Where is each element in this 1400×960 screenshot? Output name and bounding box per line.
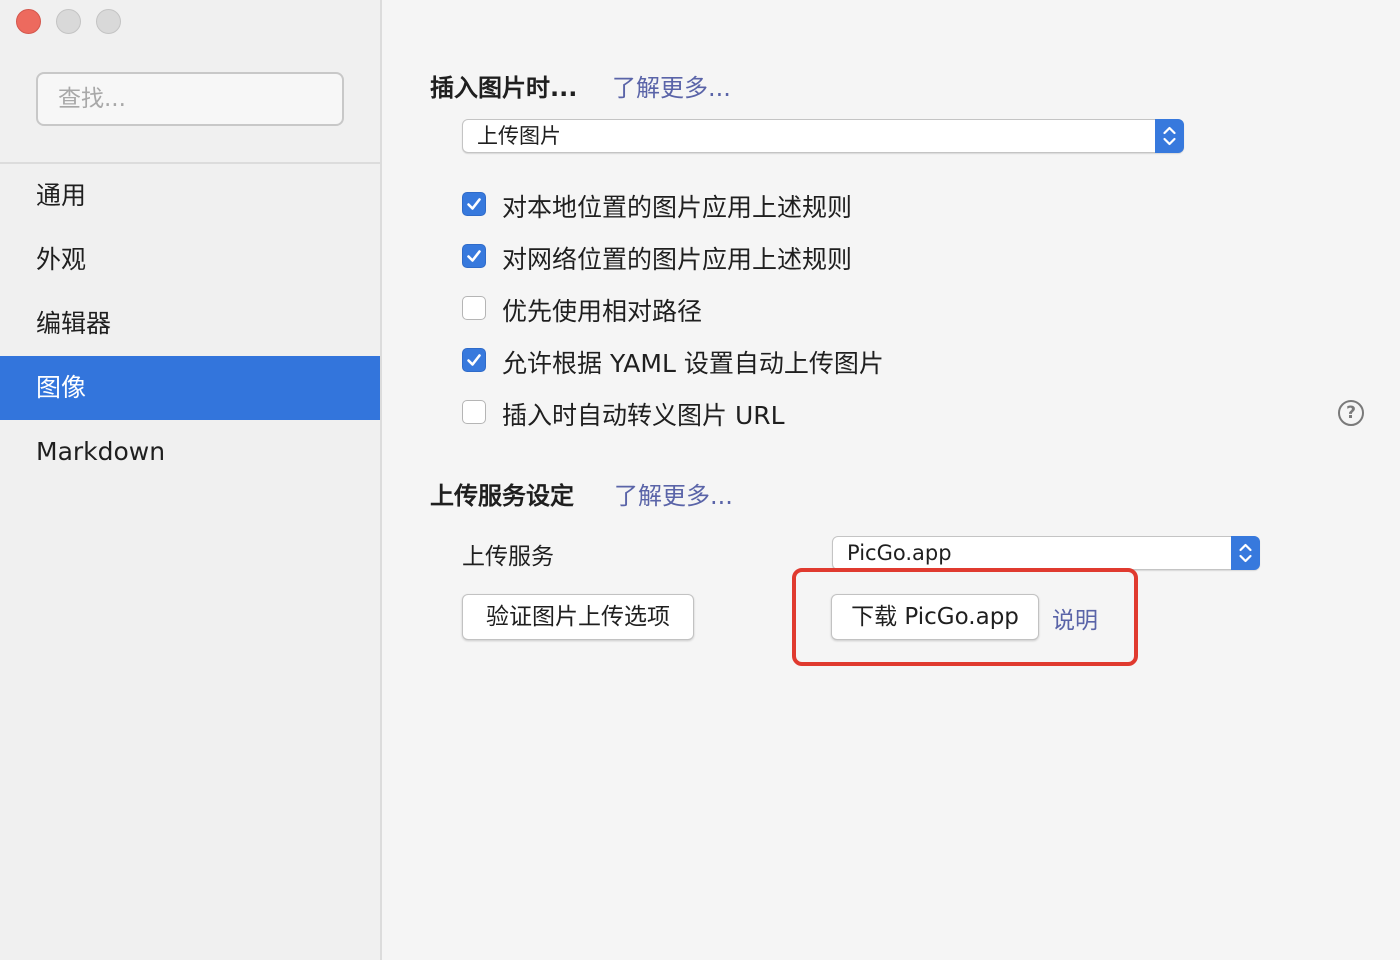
insert-action-value: 上传图片: [477, 124, 561, 148]
preferences-window: 通用 外观 编辑器 图像 Markdown 插入图片时... 了解更多... 上…: [0, 0, 1400, 960]
checkbox-yaml-upload[interactable]: [462, 348, 486, 372]
option-label: 优先使用相对路径: [502, 297, 703, 326]
checkbox-escape-url[interactable]: [462, 400, 486, 424]
upload-service-learn-more-link[interactable]: 了解更多...: [614, 476, 733, 511]
verify-upload-button[interactable]: 验证图片上传选项: [462, 594, 694, 640]
sidebar-item-appearance[interactable]: 外观: [0, 228, 380, 292]
option-label: 对网络位置的图片应用上述规则: [502, 245, 853, 274]
sidebar-item-general[interactable]: 通用: [0, 164, 380, 228]
checkbox-relative-path[interactable]: [462, 296, 486, 320]
upload-service-select[interactable]: PicGo.app: [832, 536, 1260, 570]
image-settings-panel: 插入图片时... 了解更多... 上传图片 对本地位置的图片应用上述规则 对网络…: [382, 0, 1400, 960]
search-input[interactable]: [36, 72, 344, 126]
option-label: 允许根据 YAML 设置自动上传图片: [502, 349, 884, 378]
picgo-docs-link[interactable]: 说明: [1052, 601, 1098, 635]
minimize-window-button[interactable]: [56, 9, 81, 34]
sidebar-item-image[interactable]: 图像: [0, 356, 380, 420]
checkbox-local-images[interactable]: [462, 192, 486, 216]
insert-image-learn-more-link[interactable]: 了解更多...: [612, 68, 731, 103]
insert-image-title: 插入图片时...: [430, 74, 578, 102]
checkbox-network-images[interactable]: [462, 244, 486, 268]
select-stepper-icon: [1155, 119, 1184, 153]
upload-service-title: 上传服务设定: [430, 482, 574, 510]
upload-service-label: 上传服务: [462, 544, 554, 570]
sidebar: 通用 外观 编辑器 图像 Markdown: [0, 0, 382, 960]
sidebar-item-editor[interactable]: 编辑器: [0, 292, 380, 356]
upload-service-value: PicGo.app: [847, 541, 952, 565]
insert-action-select[interactable]: 上传图片: [462, 119, 1184, 153]
select-stepper-icon: [1231, 536, 1260, 570]
download-picgo-button[interactable]: 下载 PicGo.app: [831, 594, 1039, 640]
maximize-window-button[interactable]: [96, 9, 121, 34]
option-label: 插入时自动转义图片 URL: [502, 401, 785, 430]
option-label: 对本地位置的图片应用上述规则: [502, 193, 853, 222]
question-circle-icon[interactable]: ?: [1338, 400, 1364, 426]
close-window-button[interactable]: [16, 9, 41, 34]
sidebar-item-markdown[interactable]: Markdown: [0, 420, 380, 484]
